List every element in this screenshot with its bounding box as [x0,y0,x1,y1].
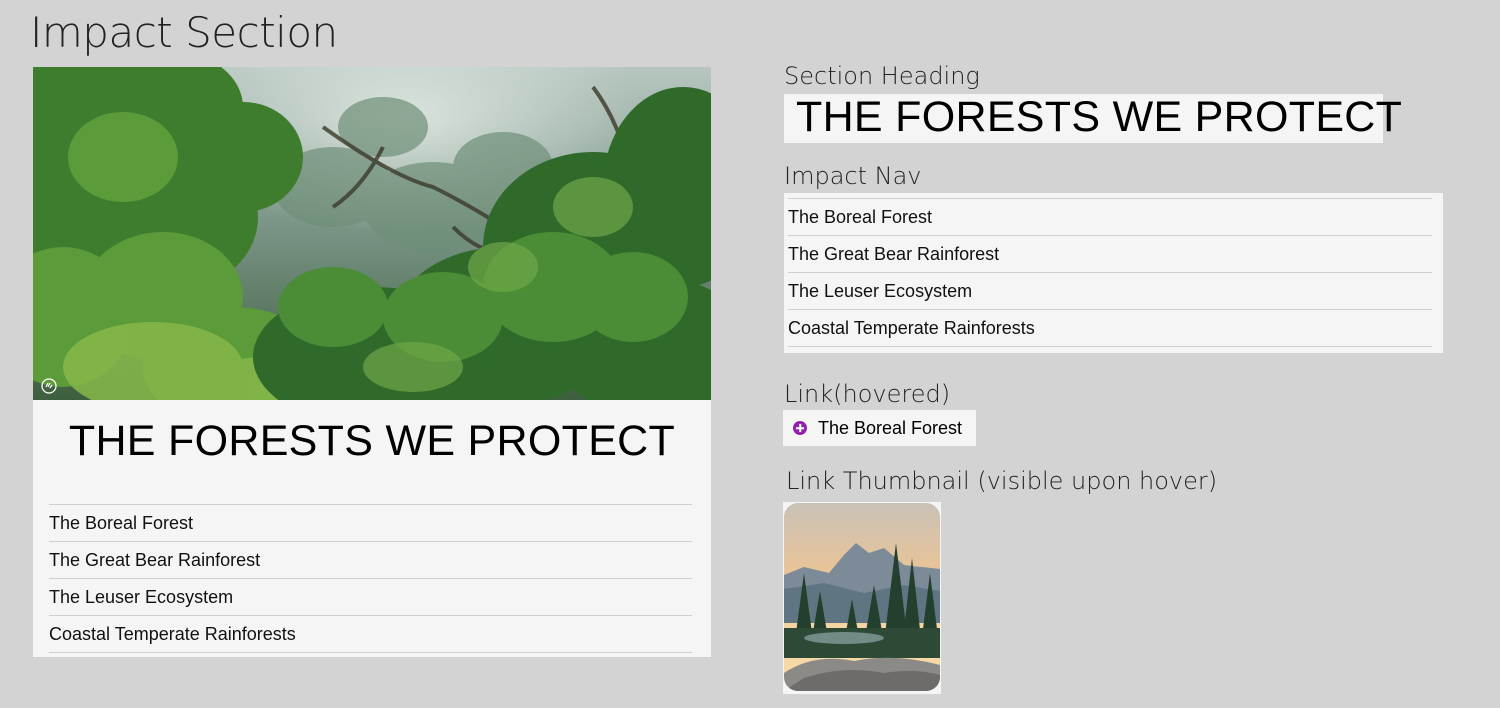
impact-nav: The Boreal Forest The Great Bear Rainfor… [49,504,692,653]
section-heading-text: THE FORESTS WE PROTECT [796,93,1403,141]
link-thumbnail-image [784,503,940,691]
impact-nav-label: Impact Nav [784,162,922,190]
impact-nav-sample: The Boreal Forest The Great Bear Rainfor… [784,193,1443,353]
nav-sample-item-boreal-forest[interactable]: The Boreal Forest [788,199,1432,236]
link-hovered-label: Link(hovered) [784,380,951,408]
impact-nav-sample-list: The Boreal Forest The Great Bear Rainfor… [788,198,1432,347]
section-heading-label: Section Heading [784,62,980,90]
forest-hero-image [33,67,711,400]
nav-item-coastal-temperate-rainforests[interactable]: Coastal Temperate Rainforests [49,616,692,653]
link-thumbnail [783,502,941,694]
hovered-link-label: The Boreal Forest [818,418,963,438]
section-heading-sample: THE FORESTS WE PROTECT [784,94,1402,143]
hovered-link[interactable]: The Boreal Forest [783,410,976,446]
page-title: Impact Section [30,8,338,57]
impact-section-card: THE FORESTS WE PROTECT The Boreal Forest… [33,67,711,657]
link-thumbnail-label: Link Thumbnail (visible upon hover) [786,467,1218,495]
nav-sample-item-great-bear-rainforest[interactable]: The Great Bear Rainforest [788,236,1432,273]
nav-item-leuser-ecosystem[interactable]: The Leuser Ecosystem [49,579,692,616]
hand-icon [41,378,57,394]
plus-circle-icon [793,421,807,435]
card-heading: THE FORESTS WE PROTECT [68,417,676,465]
nav-sample-item-leuser-ecosystem[interactable]: The Leuser Ecosystem [788,273,1432,310]
nav-item-boreal-forest[interactable]: The Boreal Forest [49,505,692,542]
nav-sample-item-coastal-temperate-rainforests[interactable]: Coastal Temperate Rainforests [788,310,1432,347]
nav-item-great-bear-rainforest[interactable]: The Great Bear Rainforest [49,542,692,579]
